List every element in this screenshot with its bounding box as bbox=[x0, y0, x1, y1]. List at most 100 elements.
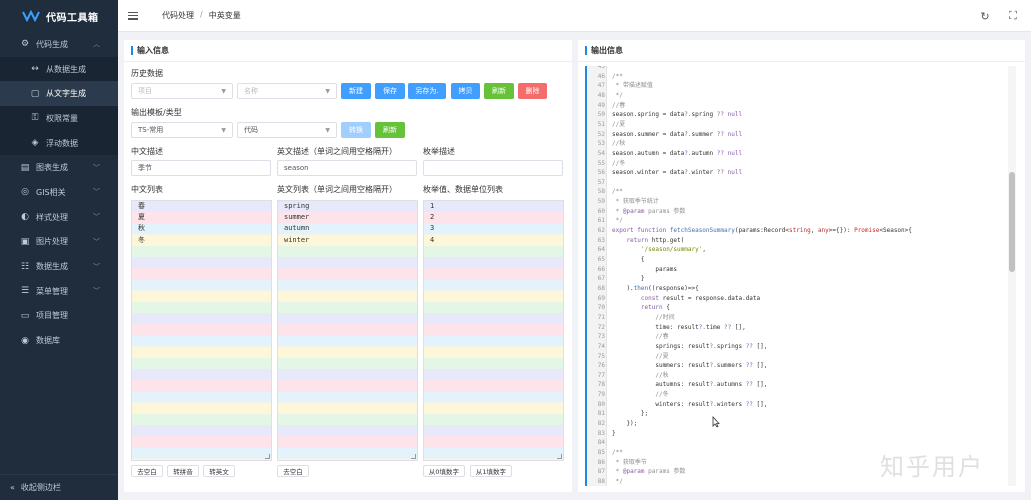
code-line: 49 //春 bbox=[587, 101, 625, 111]
globe-icon: ◎ bbox=[21, 187, 29, 198]
code-line: 67 } bbox=[587, 274, 645, 284]
code-token: http.get( bbox=[651, 236, 685, 244]
cn-to-english-button[interactable]: 转英文 bbox=[203, 465, 235, 477]
sidebar-item[interactable]: ◐ 样式处理 ﹀ bbox=[0, 205, 118, 230]
chevron-down-icon: ﹀ bbox=[93, 262, 100, 271]
code-token: any bbox=[817, 227, 829, 235]
code-token: , bbox=[702, 246, 706, 254]
save-button[interactable]: 保存 bbox=[375, 83, 405, 99]
sidebar: 代码工具箱 ⚙ 代码生成 ︿ ↔ 从数据生成 ▢ 从文字生成 ⚿ 权限常量 ◈ 浮动数据 ▤ 图表生成 ﹀… bbox=[0, 0, 118, 500]
line-number: 81 bbox=[597, 410, 605, 418]
en-list-textarea[interactable]: spring summer autumn winter bbox=[277, 200, 418, 461]
refresh-button[interactable]: 刷新 bbox=[484, 83, 514, 99]
line-number: 46 bbox=[597, 72, 605, 80]
line-number: 79 bbox=[597, 391, 605, 399]
en-list-label: 英文列表（单词之间用空格隔开） bbox=[277, 185, 397, 194]
copy-button[interactable]: 拷贝 bbox=[451, 83, 480, 99]
code-token: fetchSeasonSummary bbox=[669, 227, 735, 235]
code-line: 83} bbox=[587, 429, 616, 439]
refresh-icon[interactable]: ↻ bbox=[979, 10, 991, 23]
project-select[interactable]: 项目 ▼ bbox=[131, 83, 233, 99]
sidebar-item[interactable]: ⚙ 代码生成 ︿ bbox=[0, 32, 118, 57]
en-trim-button[interactable]: 去空白 bbox=[277, 465, 309, 477]
code-line: 85 /** bbox=[587, 448, 623, 458]
enum-list-textarea[interactable]: 1 2 3 4 bbox=[423, 200, 564, 461]
sidebar-item[interactable]: ☷ 数据生成 ﹀ bbox=[0, 254, 118, 279]
code-line: 68 ).then((response)=>{ bbox=[587, 284, 699, 294]
cn-desc-input[interactable]: 季节 bbox=[131, 160, 271, 176]
fill-from-one-button[interactable]: 从1填数字 bbox=[470, 465, 512, 477]
collapse-sidebar-button[interactable]: « 收起侧边栏 bbox=[0, 474, 118, 500]
cn-list-textarea[interactable]: 春夏秋冬 bbox=[131, 200, 272, 461]
line-number: 64 bbox=[597, 246, 605, 254]
convert-button[interactable]: 转换 bbox=[341, 122, 371, 138]
fill-from-zero-button[interactable]: 从0填数字 bbox=[423, 465, 465, 477]
code-token: , bbox=[810, 227, 818, 235]
name-select[interactable]: 名称 ▼ bbox=[237, 83, 337, 99]
code-line: 57 bbox=[587, 178, 612, 188]
code-scrollbar[interactable] bbox=[1008, 66, 1016, 486]
input-panel-title: 输入信息 bbox=[137, 46, 169, 55]
menu-toggle-icon[interactable] bbox=[128, 11, 138, 21]
template-name-select[interactable]: 代码 ▼ bbox=[237, 122, 337, 138]
resize-handle[interactable] bbox=[557, 454, 562, 459]
sidebar-item[interactable]: ◉ 数据库 bbox=[0, 328, 118, 353]
code-token: /** bbox=[612, 72, 623, 80]
code-scrollbar-thumb[interactable] bbox=[1009, 172, 1015, 272]
top-bar: 代码处理 / 中英变量 ↻ ⛶ bbox=[118, 0, 1031, 32]
code-editor[interactable]: 45 46/** 47 * 带描述赋值 48 */49//春 50 season.spri… bbox=[585, 66, 1016, 486]
code-token: */ bbox=[612, 91, 623, 99]
refresh-template-button[interactable]: 刷新 bbox=[375, 122, 405, 138]
breadcrumb-item: 中英变量 bbox=[208, 11, 241, 20]
sidebar-item[interactable]: ▤ 图表生成 ﹀ bbox=[0, 155, 118, 180]
list-line: 2 bbox=[430, 213, 435, 222]
sidebar-subitem[interactable]: ▢ 从文字生成 bbox=[0, 81, 118, 107]
sidebar-subitem-label: 从数据生成 bbox=[46, 64, 86, 74]
save-as-button[interactable]: 另存为. bbox=[408, 83, 446, 99]
breadcrumb-item[interactable]: 代码处理 bbox=[162, 10, 194, 21]
data-icon: ☷ bbox=[20, 261, 30, 272]
resize-handle[interactable] bbox=[265, 454, 270, 459]
code-token: summers: result bbox=[612, 362, 710, 370]
code-token: summer bbox=[691, 130, 717, 138]
sidebar-item-label: 图片处理 bbox=[36, 237, 68, 247]
code-token: season.winter = data bbox=[612, 169, 685, 177]
fullscreen-icon[interactable]: ⛶ bbox=[1007, 9, 1019, 22]
line-number: 82 bbox=[597, 420, 605, 428]
en-desc-label: 英文描述（单词之间用空格隔开） bbox=[277, 147, 397, 156]
cn-trim-button[interactable]: 去空白 bbox=[131, 465, 163, 477]
line-number: 62 bbox=[597, 227, 605, 235]
sidebar-subitem[interactable]: ◈ 浮动数据 bbox=[0, 130, 118, 156]
sidebar-subitem[interactable]: ↔ 从数据生成 bbox=[0, 56, 118, 82]
output-panel-title: 输出信息 bbox=[591, 46, 623, 55]
line-number: 75 bbox=[597, 352, 605, 360]
database-icon: ◉ bbox=[21, 335, 29, 346]
code-token: }); bbox=[612, 420, 638, 428]
code-token: ?? bbox=[745, 342, 757, 350]
line-number: 87 bbox=[597, 468, 605, 476]
resize-handle[interactable] bbox=[411, 454, 416, 459]
code-line: 72 time: result?.time ?? [], bbox=[587, 323, 746, 333]
en-desc-input[interactable]: season bbox=[277, 160, 417, 176]
sidebar-item[interactable]: ▭ 项目管理 bbox=[0, 304, 118, 329]
sidebar-subitem[interactable]: ⚿ 权限常量 bbox=[0, 106, 118, 131]
template-label: 输出模板/类型 bbox=[131, 108, 182, 117]
code-line: 75 //夏 bbox=[587, 352, 669, 362]
code-line: 82 }); bbox=[587, 419, 638, 429]
line-number: 66 bbox=[597, 265, 605, 273]
new-button[interactable]: 新建 bbox=[341, 83, 371, 99]
chevron-down-icon: ▼ bbox=[221, 127, 226, 134]
sidebar-item[interactable]: ☰ 菜单管理 ﹀ bbox=[0, 279, 118, 304]
sidebar-item[interactable]: ▣ 图片处理 ﹀ bbox=[0, 230, 118, 255]
code-line: 88 */ bbox=[587, 477, 623, 486]
code-token: season.spring = data bbox=[612, 111, 685, 119]
sidebar-item[interactable]: ◎ GIS相关 ﹀ bbox=[0, 180, 118, 205]
cn-pinyin-button[interactable]: 转拼音 bbox=[167, 465, 199, 477]
delete-button[interactable]: 删除 bbox=[518, 83, 547, 99]
enum-desc-input[interactable] bbox=[423, 160, 563, 176]
history-label: 历史数据 bbox=[131, 69, 163, 78]
template-type-select[interactable]: TS-常用 ▼ bbox=[131, 122, 233, 138]
